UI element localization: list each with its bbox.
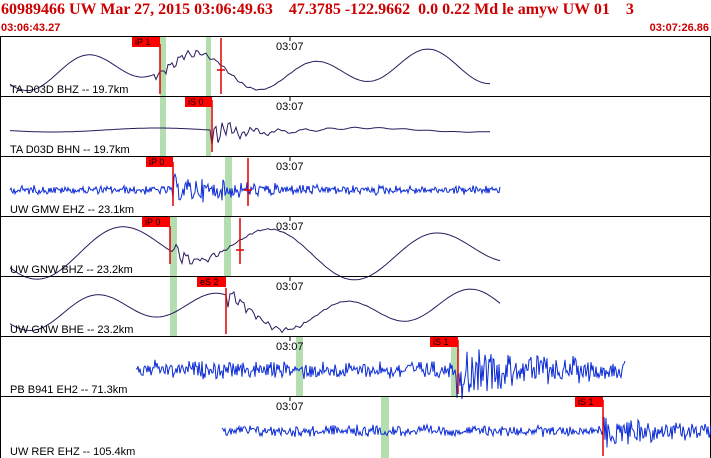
time-tick-label: 03:07 xyxy=(276,281,304,293)
window-end-time: 03:07:26.86 xyxy=(649,22,709,34)
travel-time-window xyxy=(206,37,211,96)
travel-time-window xyxy=(170,277,177,336)
waveform xyxy=(135,349,626,400)
trace-panel[interactable]: 03:07 iS 0 TA D03D BHN -- 19.7km xyxy=(0,96,711,157)
station-label: PB B941 EH2 -- 71.3km xyxy=(10,384,127,396)
travel-time-window xyxy=(170,217,177,276)
seismogram-panels: 03:07 iP 1 TA D03D BHZ -- 19.7km 03:07 iS 0 T… xyxy=(0,36,711,458)
time-tick-label: 03:07 xyxy=(276,161,304,173)
travel-time-window xyxy=(160,97,166,156)
station-label: UW GNW BHZ -- 23.2km xyxy=(10,264,133,276)
station-label: TA D03D BHN -- 19.7km xyxy=(10,144,130,156)
pick-label: iS 1 xyxy=(433,337,449,347)
trace-panel[interactable]: 03:07 iP 0 UW GMW EHZ -- 23.1km xyxy=(0,156,711,217)
trace-panel[interactable]: 03:07 iS 1 PB B941 EH2 -- 71.3km xyxy=(0,336,711,400)
waveform xyxy=(9,121,490,146)
station-label: UW GMW EHZ -- 23.1km xyxy=(10,204,134,216)
pick-label: eS 2 xyxy=(200,277,219,287)
trace-panel[interactable]: 03:07 iS 1 UW RER EHZ -- 105.4km xyxy=(0,396,711,458)
trace-panel[interactable]: 03:07iP 0UW GNW BHZ -- 23.2km xyxy=(0,216,711,281)
waveform xyxy=(9,172,501,203)
pick-label: iS 1 xyxy=(578,397,594,407)
window-start-time: 03:06:43.27 xyxy=(1,22,61,34)
time-tick-label: 03:07 xyxy=(276,101,304,113)
station-label: UW GNW BHE -- 23.2km xyxy=(10,324,133,336)
pick-label: iS 0 xyxy=(188,97,204,107)
waveform xyxy=(221,417,711,448)
pick-label: iP 1 xyxy=(135,37,150,47)
event-title: 60989466 UW Mar 27, 2015 03:06:49.63 47.… xyxy=(1,1,634,18)
trace-panel[interactable]: 03:07 eS 2 UW GNW BHE -- 23.2km xyxy=(0,276,711,337)
station-label: TA D03D BHZ -- 19.7km xyxy=(10,84,128,96)
travel-time-window xyxy=(381,397,389,458)
station-label: UW RER EHZ -- 105.4km xyxy=(10,446,135,458)
seismogram-header: 60989466 UW Mar 27, 2015 03:06:49.63 47.… xyxy=(0,0,711,36)
time-tick-label: 03:07 xyxy=(276,341,304,353)
pick-label: iP 0 xyxy=(149,157,164,167)
pick-label: iP 0 xyxy=(145,217,160,227)
travel-time-window xyxy=(225,157,232,216)
travel-time-window xyxy=(160,37,166,96)
time-tick-label: 03:07 xyxy=(276,401,304,413)
trace-panel[interactable]: 03:07 iP 1 TA D03D BHZ -- 19.7km xyxy=(0,36,711,97)
time-tick-label: 03:07 xyxy=(276,41,304,53)
